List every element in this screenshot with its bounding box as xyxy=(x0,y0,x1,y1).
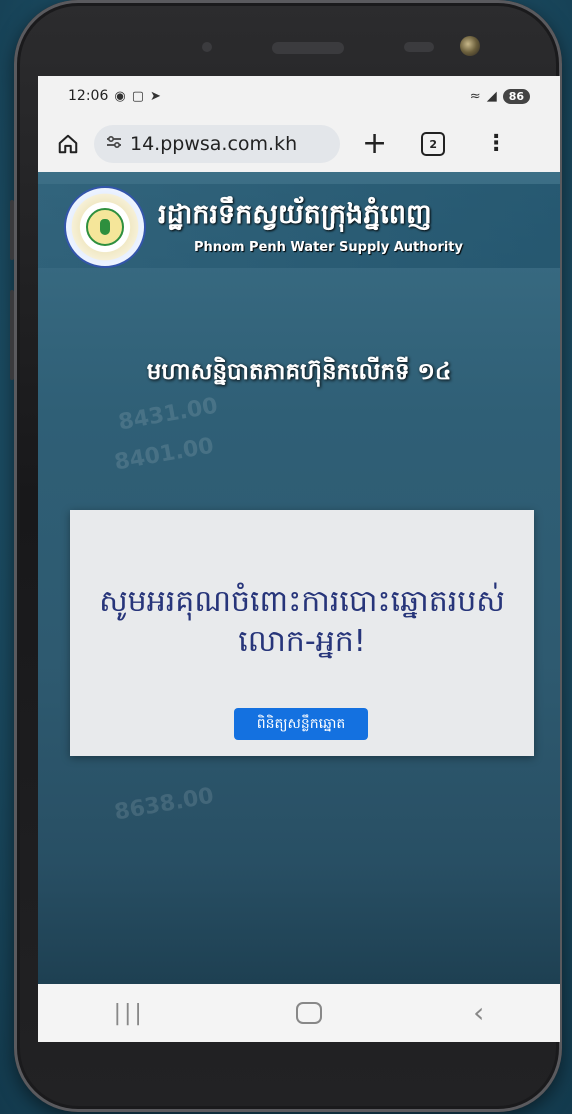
wifi-icon: ≈ xyxy=(469,88,481,104)
power-button xyxy=(10,290,14,380)
web-page: 8431.00 8401.00 8638.00 រដ្ឋាករទឹកស្វយ័ត… xyxy=(38,172,560,984)
view-ballot-button[interactable]: ពិនិត្យសន្លឹកឆ្នោត xyxy=(234,708,368,740)
tab-switcher-icon[interactable]: 2 xyxy=(421,132,446,156)
thank-you-message: សូមអរគុណចំពោះការបោះឆ្នោតរបស់ លោក-អ្នក! xyxy=(99,584,505,659)
status-right: ≈ ◢ 86 xyxy=(469,88,530,104)
org-name-khmer: រដ្ឋាករទឹកស្វយ័តក្រុងភ្នំពេញ xyxy=(158,199,432,230)
more-vert-icon[interactable]: ⋮ xyxy=(485,133,507,155)
ppwsa-logo[interactable] xyxy=(64,186,146,268)
logo-emblem-icon xyxy=(86,208,124,246)
deco-number: 8638.00 xyxy=(112,783,216,826)
url-text: 14.ppwsa.com.kh xyxy=(130,133,298,155)
site-info-icon[interactable] xyxy=(106,135,122,153)
telegram-icon: ➤ xyxy=(150,88,161,104)
recent-apps-icon[interactable]: ||| xyxy=(114,1001,145,1026)
notification-icon: ◉ xyxy=(114,88,126,104)
deco-number: 8401.00 xyxy=(112,433,216,476)
status-time: 12:06 xyxy=(68,88,109,104)
volume-button xyxy=(10,200,14,260)
phone-screen: 12:06 ◉ ▢ ➤ ≈ ◢ 86 14.ppwsa.com.kh + 2 ⋮… xyxy=(38,76,560,1042)
sensor-dot xyxy=(202,42,212,52)
home-icon xyxy=(58,134,78,154)
battery-badge: 86 xyxy=(502,88,530,104)
address-bar[interactable]: 14.ppwsa.com.kh xyxy=(94,125,340,163)
browser-toolbar: 14.ppwsa.com.kh + 2 ⋮ xyxy=(38,116,560,172)
deco-number: 8431.00 xyxy=(116,393,220,436)
page-title: មហាសន្និបាតភាគហ៊ុនិកលើកទី ១៤ xyxy=(146,359,452,385)
back-icon[interactable]: ‹ xyxy=(473,999,484,1027)
home-button[interactable] xyxy=(52,128,84,160)
status-left: 12:06 ◉ ▢ ➤ xyxy=(68,88,161,104)
new-tab-icon[interactable]: + xyxy=(362,129,387,159)
signal-icon: ◢ xyxy=(486,88,497,104)
screenshot-icon: ▢ xyxy=(131,88,144,104)
thank-you-card: សូមអរគុណចំពោះការបោះឆ្នោតរបស់ លោក-អ្នក! ព… xyxy=(70,510,534,756)
nav-home-icon[interactable] xyxy=(296,1002,322,1024)
sensor-pill xyxy=(404,42,434,52)
water-drop-icon xyxy=(100,219,110,235)
android-nav-bar: ||| ‹ xyxy=(38,984,560,1042)
org-name-english: Phnom Penh Water Supply Authority xyxy=(194,240,463,255)
earpiece-speaker xyxy=(272,42,344,54)
front-camera xyxy=(460,36,480,56)
status-bar: 12:06 ◉ ▢ ➤ ≈ ◢ 86 xyxy=(38,76,560,116)
